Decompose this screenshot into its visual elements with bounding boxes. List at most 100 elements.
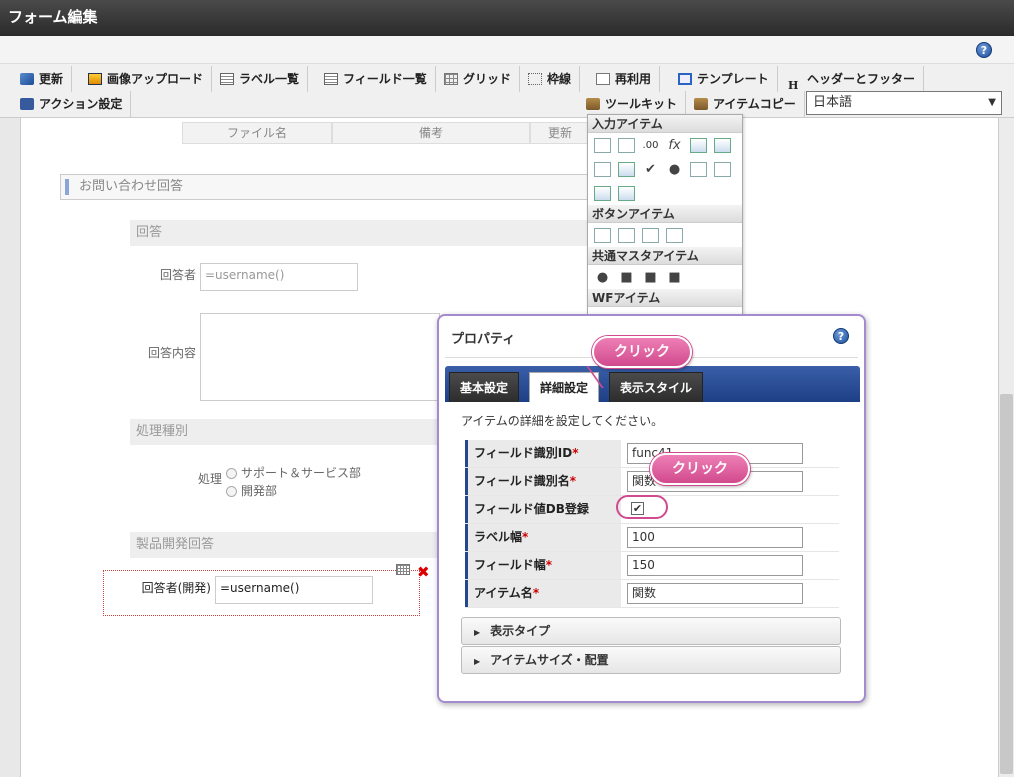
window-title: フォーム編集 (0, 0, 1014, 36)
checkbox-highlight-ring (616, 495, 668, 519)
listbox-icon[interactable] (690, 161, 707, 177)
label-width-input[interactable]: 100 (627, 527, 803, 548)
radio-item-icon[interactable]: ● (666, 162, 683, 177)
item-edit-icon[interactable] (396, 564, 410, 575)
template-icon (678, 73, 692, 85)
subsection-answer[interactable]: 回答 (130, 220, 590, 246)
radio-option-support[interactable]: サポート＆サービス部 (226, 464, 361, 481)
action-settings-icon (20, 98, 34, 110)
tab-display-style[interactable]: 表示スタイル (609, 372, 704, 402)
label-list-button[interactable]: ラベル一覧 (214, 66, 309, 92)
image-upload-button[interactable]: 画像アップロード (82, 66, 213, 92)
dev-answerer-input[interactable]: =username() (215, 576, 373, 604)
grid-header-updated: 更新 (530, 122, 590, 144)
answerer-input[interactable]: =username() (200, 263, 358, 291)
content-label: 回答内容 (147, 346, 196, 360)
function-icon[interactable]: fx (666, 138, 683, 153)
tab-basic-settings[interactable]: 基本設定 (449, 372, 520, 402)
grid-icon (444, 73, 458, 85)
prop-label-item-name: アイテム名* (465, 580, 621, 607)
prop-label-field-name: フィールド識別名* (465, 468, 621, 495)
help-bar: ? (0, 36, 1014, 64)
triangle-right-icon: ▶ (474, 628, 481, 637)
prop-row-item-name: アイテム名* 関数 (465, 580, 839, 608)
prop-label-db-register: フィールド値DB登録 (465, 496, 621, 523)
grid-header-filename: ファイル名 (182, 122, 332, 144)
palette-master-header: 共通マスタアイテム (588, 247, 742, 265)
list-icon[interactable] (618, 161, 635, 177)
update-button[interactable]: 更新 (14, 66, 73, 92)
prop-row-field-width: フィールド幅* 150 (465, 552, 839, 580)
radio-icon (226, 468, 237, 479)
return-button-icon[interactable] (666, 227, 683, 243)
user-icon[interactable]: ● (594, 270, 611, 285)
textarea-icon[interactable] (618, 137, 635, 153)
chevron-down-icon: ▼ (988, 97, 996, 108)
reuse-icon (596, 73, 610, 85)
date-icon[interactable] (690, 137, 707, 153)
back-button-icon[interactable] (642, 227, 659, 243)
reuse-button[interactable]: 再利用 (590, 66, 661, 92)
section-title[interactable]: お問い合わせ回答 (60, 174, 620, 200)
grid-button[interactable]: グリッド (438, 66, 521, 92)
header-footer-icon: H (788, 79, 799, 92)
border-icon (528, 73, 542, 85)
select-icon[interactable] (594, 161, 611, 177)
image-upload-icon (88, 73, 102, 85)
header-footer-button[interactable]: H ヘッダーとフッター (782, 66, 925, 92)
accordion-size-layout[interactable]: ▶ アイテムサイズ・配置 (461, 646, 841, 674)
delete-icon[interactable]: ✖ (417, 563, 430, 581)
callout-click-checkbox: クリック (650, 453, 750, 485)
answerer-label: 回答者 (159, 268, 196, 282)
palette-input-header: 入力アイテム (588, 115, 742, 133)
prop-row-label-width: ラベル幅* 100 (465, 524, 839, 552)
prop-label-field-id: フィールド識別ID* (465, 440, 621, 467)
vertical-scrollbar[interactable] (998, 118, 1014, 777)
field-width-input[interactable]: 150 (627, 555, 803, 576)
action-settings-button[interactable]: アクション設定 (14, 91, 132, 117)
template-button[interactable]: テンプレート (672, 66, 778, 92)
organization-icon[interactable]: ■ (618, 270, 635, 285)
accordion-display-type[interactable]: ▶ 表示タイプ (461, 617, 841, 645)
content-textarea[interactable] (200, 313, 440, 401)
field-list-button[interactable]: フィールド一覧 (318, 66, 436, 92)
radio-option-dev[interactable]: 開発部 (226, 482, 277, 499)
number-icon[interactable]: .00 (642, 138, 659, 153)
toolkit-palette: 入力アイテム .00 fx ✔ ● ボタンアイテム 共通マスタアイテム ● ■ … (587, 114, 743, 324)
item-name-input[interactable]: 関数 (627, 583, 803, 604)
toolkit-icon (586, 98, 600, 110)
triangle-right-icon: ▶ (474, 657, 481, 666)
callout-click-tab: クリック (592, 336, 692, 368)
language-select[interactable]: 日本語 ▼ (806, 91, 1002, 115)
checkbox-item-icon[interactable]: ✔ (642, 162, 659, 177)
left-gutter (0, 118, 20, 777)
help-icon[interactable]: ? (976, 42, 992, 58)
grid-header-notes: 備考 (332, 122, 530, 144)
scroll-thumb[interactable] (1000, 394, 1013, 774)
next-button-icon[interactable] (618, 227, 635, 243)
prop-label-field-width: フィールド幅* (465, 552, 621, 579)
dual-list-icon[interactable] (714, 161, 731, 177)
properties-tabbar: 基本設定 詳細設定 表示スタイル (445, 366, 860, 402)
properties-description: アイテムの詳細を設定してください。 (461, 414, 664, 428)
process-label: 処理 (197, 472, 222, 486)
field-list-icon (324, 73, 338, 85)
border-button[interactable]: 枠線 (522, 66, 581, 92)
user-org-icon[interactable]: ■ (642, 270, 659, 285)
label-list-icon (220, 73, 234, 85)
radio-icon (226, 486, 237, 497)
properties-help-icon[interactable]: ? (833, 328, 849, 344)
submit-button-icon[interactable] (594, 227, 611, 243)
palette-button-header: ボタンアイテム (588, 205, 742, 223)
datetime-icon[interactable] (714, 137, 731, 153)
file-upload-icon[interactable] (594, 185, 611, 201)
palette-wf-header: WFアイテム (588, 289, 742, 307)
image-item-icon[interactable] (618, 185, 635, 201)
tab-detail-settings[interactable]: 詳細設定 (529, 372, 600, 402)
textbox-icon[interactable] (594, 137, 611, 153)
prop-label-label-width: ラベル幅* (465, 524, 621, 551)
item-copy-icon (694, 98, 708, 110)
dev-answerer-label: 回答者(開発) (141, 581, 211, 595)
org-member-icon[interactable]: ■ (666, 270, 683, 285)
update-icon (20, 73, 34, 85)
